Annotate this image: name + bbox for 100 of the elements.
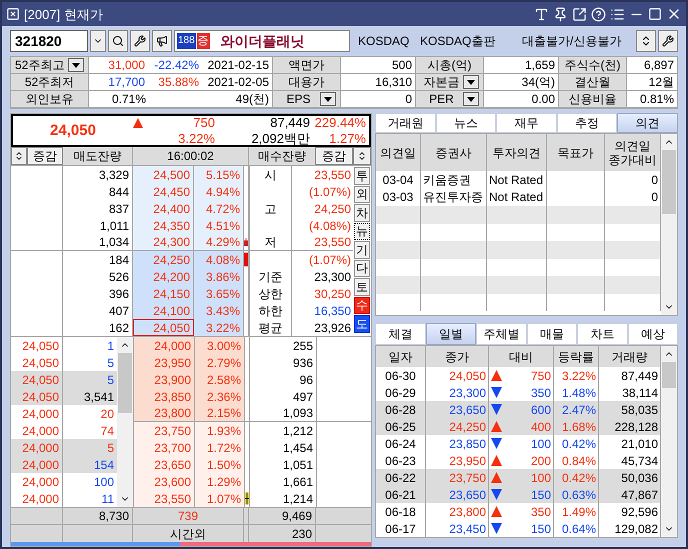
info-label: 외인보유 <box>26 93 74 105</box>
ask-price: 24,400 <box>133 200 194 217</box>
scroll-thumb[interactable] <box>662 150 676 214</box>
label-dropdown[interactable] <box>320 92 336 106</box>
opinion-date: 03-04 <box>382 174 414 186</box>
toggle-button[interactable] <box>353 147 371 165</box>
stat-value: 23,550 <box>314 168 351 180</box>
bid-volume: 936 <box>250 354 317 371</box>
trade-quantity: 11 <box>102 492 114 504</box>
bid-price: 23,900 <box>134 371 195 388</box>
label-dropdown[interactable] <box>68 58 84 72</box>
label-dropdown[interactable] <box>463 92 479 106</box>
stat-label: 하한 <box>258 304 282 316</box>
trade-quantity: 5 <box>107 442 114 454</box>
spin-button[interactable] <box>636 30 656 52</box>
tab[interactable]: 주체별 <box>476 323 526 345</box>
scroll-thumb[interactable] <box>118 353 132 413</box>
tab[interactable]: 추정 <box>556 113 618 133</box>
close-price: 23,750 <box>426 469 489 486</box>
side-button[interactable]: 기 <box>354 241 370 258</box>
side-button[interactable]: 외 <box>354 186 370 203</box>
maximize-icon[interactable] <box>648 7 662 21</box>
daily-volume: 228,128 <box>599 418 661 435</box>
side-button[interactable]: 도 <box>354 315 370 332</box>
side-button[interactable]: 뉴 <box>354 222 370 240</box>
bid-volume: 1,212 <box>250 422 317 439</box>
type-badge: 증 <box>196 33 210 49</box>
side-button[interactable]: 투 <box>354 167 370 184</box>
wrench-icon <box>662 35 674 47</box>
info-label: 주식수(천) <box>564 59 620 71</box>
change-button[interactable]: 증감 <box>315 147 353 165</box>
scroll-thumb[interactable] <box>662 362 676 388</box>
text-icon[interactable] <box>534 6 549 22</box>
tab[interactable]: 예상 <box>628 323 678 345</box>
megaphone-button[interactable] <box>152 30 172 52</box>
help-icon[interactable] <box>591 6 606 22</box>
search-icon <box>112 35 124 47</box>
ask-price: 24,150 <box>133 285 194 302</box>
list-icon[interactable] <box>610 6 625 22</box>
tab[interactable]: 체결 <box>375 323 426 345</box>
tab[interactable]: 매물 <box>526 323 577 345</box>
stat-value: (1.07%) <box>308 186 351 198</box>
ask-rate: 5.15% <box>194 166 244 183</box>
stat-value: 23,926 <box>314 322 351 334</box>
info-value: 12월 <box>648 76 674 88</box>
tab[interactable]: 뉴스 <box>436 113 496 133</box>
search-button[interactable] <box>108 30 128 52</box>
label-dropdown[interactable] <box>463 75 479 89</box>
bid-price: 23,550 <box>134 490 195 507</box>
ask-rate: 3.22% <box>194 319 244 336</box>
tab[interactable]: 차트 <box>577 323 628 345</box>
info-label: 액면가 <box>288 59 324 71</box>
settings-button[interactable] <box>658 30 678 52</box>
trade-price: 24,000 <box>11 439 63 456</box>
ask-rate: 4.29% <box>194 234 244 250</box>
stat-label: 평균 <box>258 322 282 334</box>
ask-price: 24,050 <box>133 319 194 336</box>
wrench-button[interactable] <box>130 30 150 52</box>
pin-icon[interactable] <box>553 6 568 22</box>
stat-label: 시 <box>264 168 276 180</box>
price-change: 350 <box>530 506 551 518</box>
toggle-button[interactable] <box>11 147 27 165</box>
side-button[interactable]: 토 <box>354 278 370 296</box>
change-rate: 0.63% <box>554 486 599 503</box>
margin-badge: 188 <box>177 33 196 49</box>
trade-price: 24,000 <box>11 456 63 473</box>
price-change: 750 <box>193 116 215 129</box>
tab[interactable]: 재무 <box>496 113 557 133</box>
scrollbar[interactable] <box>117 337 133 507</box>
price-change: 200 <box>530 454 551 466</box>
ask-price: 24,350 <box>133 217 194 234</box>
stat-label: 상한 <box>258 288 282 300</box>
close-comparison: 0 <box>651 191 658 204</box>
tab[interactable]: 거래원 <box>375 113 436 133</box>
popout-icon[interactable] <box>572 6 587 22</box>
scrollbar[interactable] <box>661 134 677 315</box>
price-change: 600 <box>530 404 551 416</box>
side-button[interactable]: 다 <box>354 260 370 277</box>
tab[interactable]: 의견 <box>617 113 678 133</box>
daily-volume: 47,867 <box>599 486 661 503</box>
down-triangle-icon <box>72 62 80 68</box>
stock-code-field[interactable]: 321820 <box>10 30 88 52</box>
tab[interactable]: 일별 <box>426 323 476 345</box>
ask-rate: 4.08% <box>194 251 244 268</box>
close-box-icon[interactable] <box>6 7 20 21</box>
column-header: 의견일 <box>380 146 416 160</box>
bid-price: 23,800 <box>134 405 195 421</box>
credit-label: 대출불가/신용불가 <box>522 35 622 47</box>
side-button[interactable]: 수 <box>354 296 370 314</box>
bid-total: 9,469 <box>249 508 316 524</box>
scrollbar[interactable] <box>661 346 677 537</box>
price-change: 150 <box>530 522 551 534</box>
change-button[interactable]: 증감 <box>27 147 63 165</box>
ask-price: 24,100 <box>133 302 194 319</box>
info-label: PER <box>428 93 455 105</box>
bid-volume: 1,214 <box>250 490 317 507</box>
info-value: 35.88% <box>158 76 199 88</box>
side-button[interactable]: 차 <box>354 204 370 222</box>
info-label: EPS <box>285 93 312 105</box>
stat-value: 16,350 <box>314 304 351 316</box>
